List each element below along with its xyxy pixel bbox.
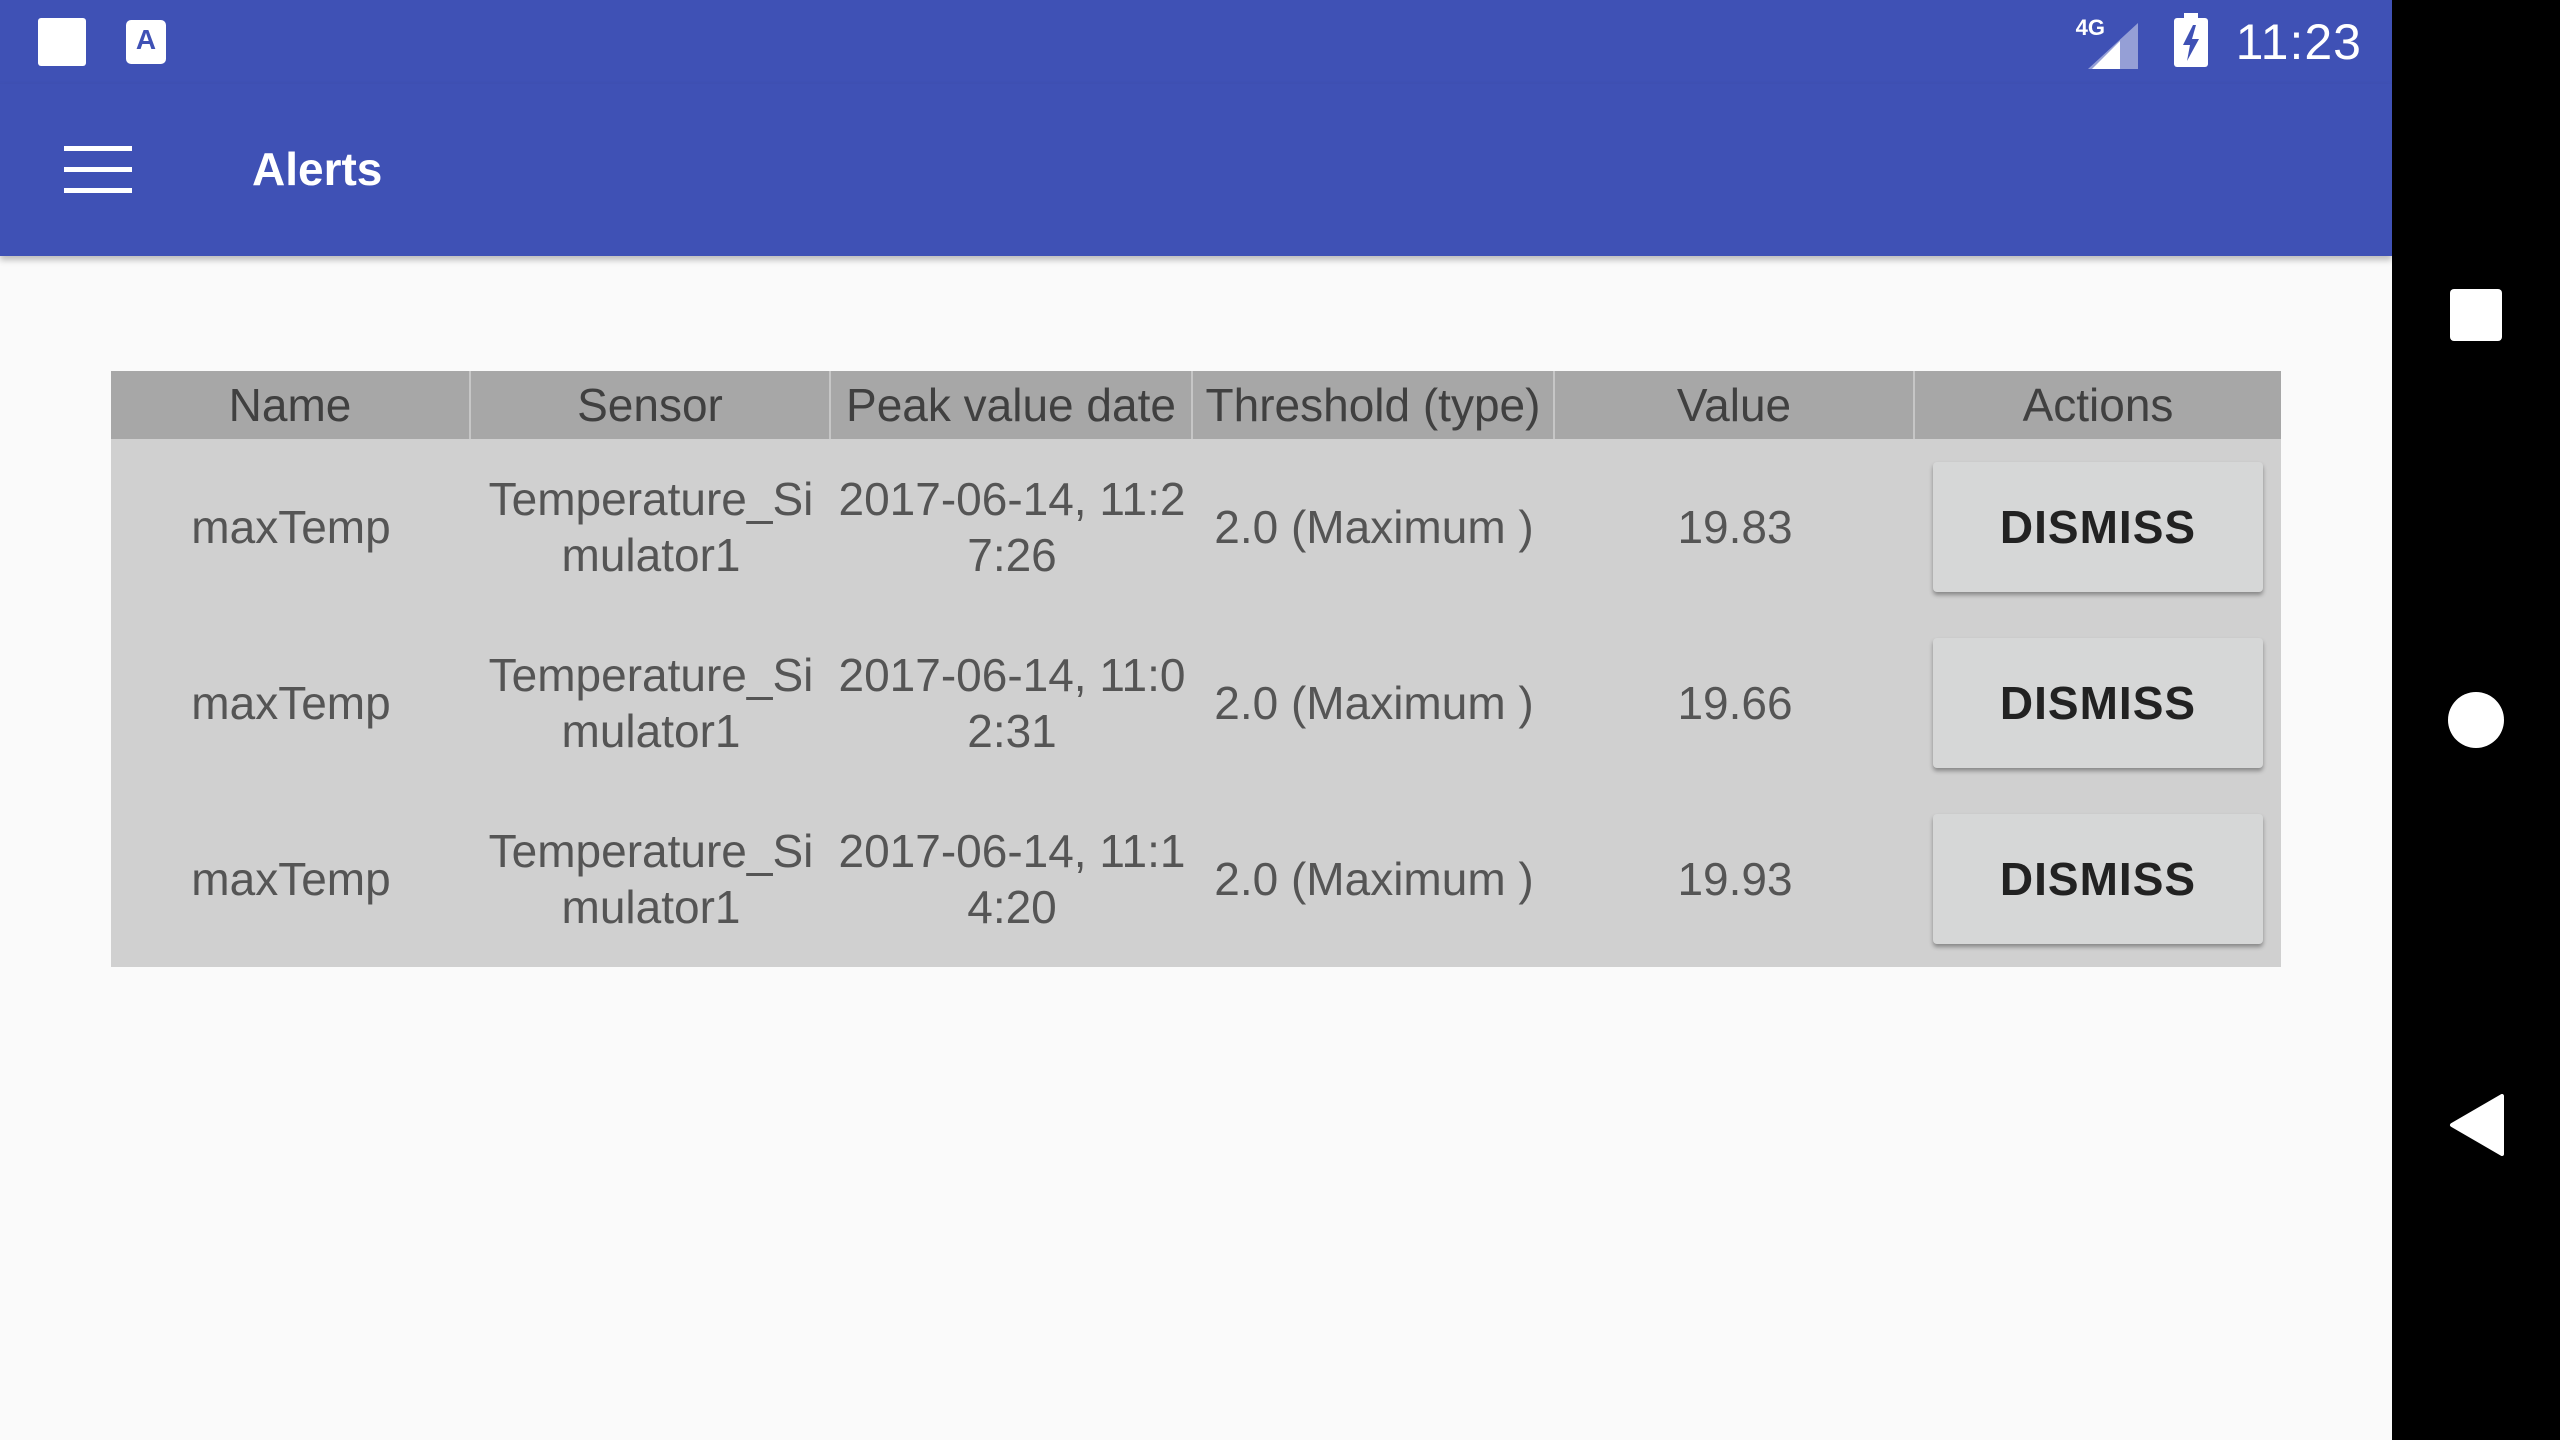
table-header-row: Name Sensor Peak value date Threshold (t…: [111, 371, 2281, 439]
column-header-threshold: Threshold (type): [1193, 371, 1555, 439]
table-row: maxTemp Temperature_Simulator1 2017-06-1…: [111, 439, 2281, 615]
column-header-actions: Actions: [2022, 379, 2174, 431]
cell-threshold: 2.0 (Maximum ): [1214, 677, 1534, 729]
square-notification-icon: [38, 18, 86, 66]
cell-name: maxTemp: [191, 501, 391, 553]
cell-value: 19.83: [1677, 501, 1793, 553]
column-header-name: Name: [111, 371, 471, 439]
alerts-table: Name Sensor Peak value date Threshold (t…: [111, 371, 2281, 967]
column-header-value: Value: [1555, 371, 1915, 439]
cell-name: maxTemp: [191, 853, 391, 905]
cellular-signal-icon: 4G: [2074, 15, 2140, 69]
dismiss-button[interactable]: DISMISS: [1933, 638, 2263, 768]
cell-threshold: 2.0 (Maximum ): [1214, 853, 1534, 905]
battery-charging-icon: [2173, 12, 2208, 72]
dismiss-button[interactable]: DISMISS: [1933, 814, 2263, 944]
dismiss-button[interactable]: DISMISS: [1933, 462, 2263, 592]
cell-sensor: Temperature_Simulator1: [488, 825, 814, 933]
column-header-sensor: Sensor: [471, 371, 831, 439]
cell-value: 19.93: [1677, 853, 1793, 905]
table-row: maxTemp Temperature_Simulator1 2017-06-1…: [111, 615, 2281, 791]
app-bar: Alerts: [0, 84, 2392, 256]
page-title: Alerts: [252, 143, 383, 195]
app-notification-icon: A: [126, 20, 166, 64]
status-bar: A 4G 11:23: [0, 0, 2392, 84]
cell-peak-date: 2017-06-14, 11:02:31: [838, 649, 1186, 757]
cell-threshold: 2.0 (Maximum ): [1214, 501, 1534, 553]
back-triangle-icon[interactable]: [2392, 1050, 2560, 1200]
cell-peak-date: 2017-06-14, 11:27:26: [838, 473, 1186, 581]
status-bar-right: 4G 11:23: [2074, 0, 2362, 84]
cell-sensor: Temperature_Simulator1: [488, 473, 814, 581]
cell-value: 19.66: [1677, 677, 1793, 729]
cell-actions: DISMISS: [1915, 462, 2281, 592]
recents-square-icon[interactable]: [2392, 240, 2560, 390]
table-row: maxTemp Temperature_Simulator1 2017-06-1…: [111, 791, 2281, 967]
cell-sensor: Temperature_Simulator1: [488, 649, 814, 757]
cell-peak-date: 2017-06-14, 11:14:20: [838, 825, 1186, 933]
system-navigation-bar: [2392, 0, 2560, 1440]
hamburger-menu-icon[interactable]: [46, 134, 150, 206]
app-screen: A 4G 11:23 Alerts Name Sensor Peak value…: [0, 0, 2392, 1440]
home-circle-icon[interactable]: [2392, 645, 2560, 795]
status-clock: 11:23: [2235, 14, 2362, 70]
cell-name: maxTemp: [191, 677, 391, 729]
cell-actions: DISMISS: [1915, 814, 2281, 944]
cell-actions: DISMISS: [1915, 638, 2281, 768]
column-header-peak-date: Peak value date: [831, 371, 1193, 439]
